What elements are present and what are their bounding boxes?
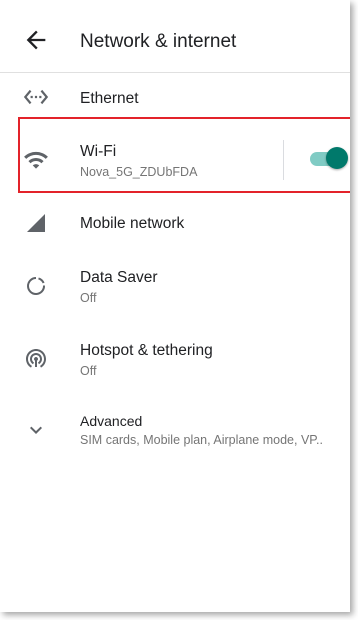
list-item-data-saver[interactable]: Data Saver Off [0, 258, 350, 314]
wifi-icon [22, 146, 50, 174]
arrow-back-icon[interactable] [22, 26, 50, 54]
wifi-toggle[interactable] [308, 147, 348, 169]
advanced-summary: SIM cards, Mobile plan, Airplane mode, V… [80, 433, 323, 447]
toggle-thumb [326, 147, 348, 169]
list-item-hotspot[interactable]: Hotspot & tethering Off [0, 330, 350, 386]
list-item-label: Advanced [80, 413, 143, 429]
data-saver-icon [22, 272, 50, 300]
list-item-label: Mobile network [80, 215, 185, 232]
list-item-mobile-network[interactable]: Mobile network [0, 200, 350, 246]
list-item-ethernet[interactable]: Ethernet [0, 74, 350, 120]
list-item-label: Wi-Fi [80, 143, 117, 160]
wifi-network-name: Nova_5G_ZDUbFDA [80, 165, 198, 179]
list-item-advanced[interactable]: Advanced SIM cards, Mobile plan, Airplan… [0, 402, 350, 458]
divider [283, 140, 284, 180]
signal-icon [22, 209, 50, 237]
settings-screen: Network & internet Ethernet Wi-Fi Nova_5… [0, 0, 350, 612]
hotspot-icon [22, 344, 50, 372]
chevron-down-icon [22, 416, 50, 444]
list-item-wifi[interactable]: Wi-Fi Nova_5G_ZDUbFDA [0, 120, 350, 192]
app-bar: Network & internet [0, 0, 350, 73]
page-title: Network & internet [80, 31, 237, 52]
data-saver-status: Off [80, 291, 97, 305]
ethernet-icon [22, 83, 50, 111]
list-item-label: Data Saver [80, 269, 158, 286]
list-item-label: Ethernet [80, 90, 139, 107]
list-item-label: Hotspot & tethering [80, 342, 213, 359]
hotspot-status: Off [80, 364, 97, 378]
